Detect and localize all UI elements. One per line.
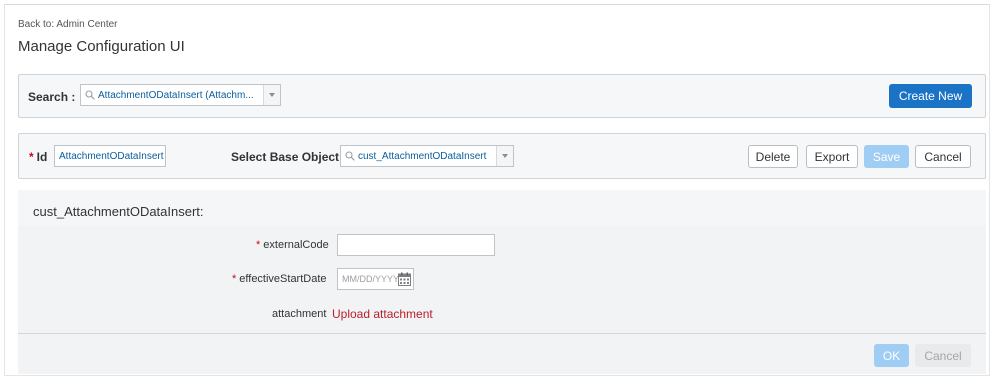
required-marker: * xyxy=(256,239,261,251)
external-code-label: * externalCode xyxy=(256,239,329,251)
date-placeholder: MM/DD/YYYY xyxy=(342,274,400,284)
search-icon xyxy=(345,151,355,161)
chevron-down-icon xyxy=(269,93,275,97)
effective-start-date-label-text: effectiveStartDate xyxy=(239,273,327,285)
required-marker: * xyxy=(232,273,237,285)
id-label-text: Id xyxy=(36,150,48,164)
search-label: Search : xyxy=(28,90,76,104)
search-icon xyxy=(85,90,95,100)
search-combobox[interactable]: AttachmentODataInsert (Attachm... xyxy=(80,84,281,106)
effective-start-date-label: * effectiveStartDate xyxy=(232,273,327,285)
back-to-admin-center-link[interactable]: Back to: Admin Center xyxy=(18,19,118,30)
search-panel: Search : AttachmentODataInsert (Attachm.… xyxy=(18,74,986,118)
object-definition-panel: * Id AttachmentODataInsert Select Base Ob… xyxy=(18,133,986,179)
calendar-icon[interactable] xyxy=(398,272,411,286)
effective-start-date-input[interactable]: MM/DD/YYYY xyxy=(337,268,414,290)
required-marker: * xyxy=(29,150,34,164)
create-new-button[interactable]: Create New xyxy=(889,84,972,108)
base-object-value: cust_AttachmentODataInsert xyxy=(358,150,487,162)
ok-button[interactable]: OK xyxy=(874,344,909,367)
export-button[interactable]: Export xyxy=(806,145,858,168)
form-body xyxy=(18,226,986,334)
chevron-down-icon xyxy=(502,154,508,158)
base-object-label: Select Base Object xyxy=(231,150,340,164)
form-title: cust_AttachmentODataInsert: xyxy=(33,204,204,219)
id-input[interactable]: AttachmentODataInsert xyxy=(54,145,166,167)
save-button[interactable]: Save xyxy=(864,145,909,168)
footer-cancel-button[interactable]: Cancel xyxy=(915,344,971,367)
base-object-dropdown-button[interactable] xyxy=(496,146,513,166)
delete-button[interactable]: Delete xyxy=(748,145,798,168)
cancel-button[interactable]: Cancel xyxy=(915,145,971,168)
attachment-label: attachment xyxy=(272,308,327,320)
search-dropdown-button[interactable] xyxy=(263,85,280,105)
form-footer xyxy=(18,334,986,374)
upload-attachment-link[interactable]: Upload attachment xyxy=(332,307,433,321)
search-value: AttachmentODataInsert (Attachm... xyxy=(98,89,254,101)
base-object-combobox[interactable]: cust_AttachmentODataInsert xyxy=(340,145,514,167)
page-title: Manage Configuration UI xyxy=(18,38,185,55)
external-code-input[interactable] xyxy=(337,234,495,256)
id-label: * Id xyxy=(29,150,47,164)
external-code-label-text: externalCode xyxy=(263,239,329,251)
